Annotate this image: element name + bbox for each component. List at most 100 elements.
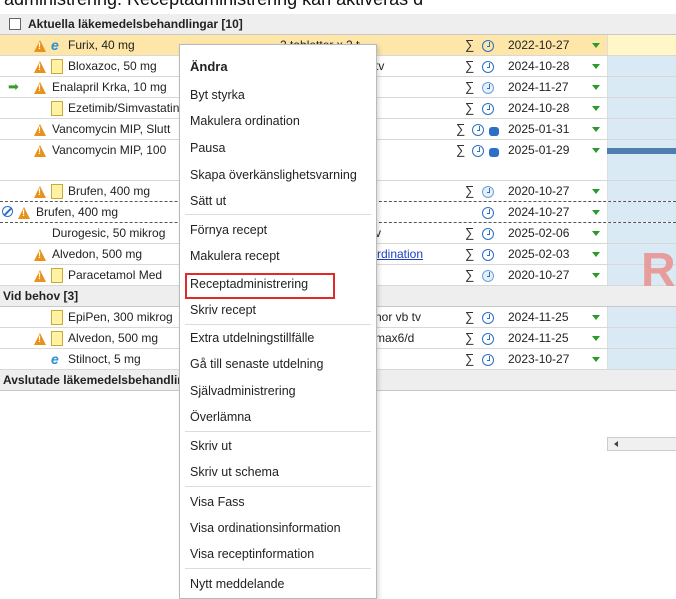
menu-item-satt-ut[interactable]: Sätt ut [190,194,226,208]
row-dropdown[interactable] [586,181,606,201]
date: 2025-01-29 [508,143,570,157]
date: 2025-02-03 [508,247,570,261]
row-dropdown[interactable] [586,35,606,55]
menu-item-makulera-recept[interactable]: Makulera recept [190,249,280,263]
date: 2020-10-27 [508,184,570,198]
clock-icon [482,181,498,201]
menu-item-overlamna[interactable]: Överlämna [190,410,251,424]
note-icon [51,265,67,285]
menu-item-fornya-recept[interactable]: Förnya recept [190,223,267,237]
group-label: Vid behov [3] [3,289,79,303]
medication-name: Brufen, 400 mg [68,184,151,198]
date: 2024-11-25 [508,331,569,345]
dosage: v [375,226,381,240]
scroll-left-icon[interactable] [614,441,618,447]
menu-item-skriv-ut-schema[interactable]: Skriv ut schema [190,465,279,479]
medication-name: Alvedon, 500 mg [68,331,159,345]
medication-name: Enalapril Krka, 10 mg [52,80,167,94]
group-header-current[interactable]: Aktuella läkemedelsbehandlingar [10] [0,14,676,35]
timeline-cell [607,35,676,55]
sigma-icon: ∑ [465,79,475,94]
clock-icon [472,119,488,139]
sigma-icon: ∑ [465,100,475,115]
dosage: tv [375,59,385,73]
menu-separator [185,568,371,569]
date: 2024-11-27 [508,80,569,94]
warning-icon [34,35,48,55]
clock-icon [482,98,498,118]
menu-item-visa-receptinformation[interactable]: Visa receptinformation [190,547,314,561]
clock-icon [482,77,498,97]
row-dropdown[interactable] [586,349,606,369]
row-dropdown[interactable] [586,77,606,97]
sigma-icon: ∑ [456,142,466,157]
row-dropdown[interactable] [586,307,606,327]
menu-item-visa-ordinationsinformation[interactable]: Visa ordinationsinformation [190,521,341,535]
menu-item-makulera-ordination[interactable]: Makulera ordination [190,114,300,128]
timeline-cell [607,307,676,327]
menu-separator [185,486,371,487]
horizontal-scrollbar[interactable] [607,437,676,451]
timeline-cell [607,223,676,243]
menu-item-skapa-overkanslighetsvarning[interactable]: Skapa överkänslighetsvarning [190,168,357,182]
medication-name: Bloxazoc, 50 mg [68,59,157,73]
menu-item-ga-till-senaste-utdelning[interactable]: Gå till senaste utdelning [190,357,323,371]
chevron-down-icon [592,231,600,236]
date: 2023-10-27 [508,352,570,366]
e-icon: e [51,351,59,367]
timeline-cell [607,77,676,97]
menu-item-byt-styrka[interactable]: Byt styrka [190,88,245,102]
menu-item-extra-utdelningstillfalle[interactable]: Extra utdelningstillfälle [190,331,314,345]
row-dropdown[interactable] [586,244,606,264]
chevron-down-icon [592,315,600,320]
chevron-down-icon [592,127,600,132]
timeline-cell [607,56,676,76]
dosage: nor vb tv [375,310,422,324]
row-dropdown[interactable] [586,328,606,348]
row-dropdown[interactable] [586,223,606,243]
warning-icon [34,56,48,76]
row-dropdown[interactable] [586,56,606,76]
sigma-icon: ∑ [465,246,475,261]
date: 2022-10-27 [508,38,570,52]
note-icon [51,98,67,118]
note-icon [51,307,67,327]
timeline-cell [607,140,676,180]
chevron-down-icon [592,64,600,69]
chevron-down-icon [592,273,600,278]
row-dropdown[interactable] [586,98,606,118]
e-icon: e [51,37,59,53]
row-dropdown[interactable] [586,119,606,139]
sigma-icon: ∑ [465,58,475,73]
medication-name: Durogesic, 50 mikrog [52,226,166,240]
clock-icon [482,328,498,348]
message-icon [489,119,503,139]
ordination-link[interactable]: rdination [377,244,457,264]
timeline-cell [607,202,676,222]
row-dropdown[interactable] [586,140,606,160]
menu-item-sjalvadministrering[interactable]: Självadministrering [190,384,296,398]
menu-item-andra[interactable]: Ändra [190,59,228,74]
clock-icon [482,223,498,243]
menu-item-nytt-meddelande[interactable]: Nytt meddelande [190,577,285,591]
clock-icon [482,265,498,285]
menu-item-skriv-recept[interactable]: Skriv recept [190,303,256,317]
select-all-checkbox[interactable] [9,18,21,30]
watermark-text: R [641,244,676,297]
clock-icon [482,349,498,369]
row-dropdown[interactable] [586,265,606,285]
warning-icon [34,140,48,160]
chevron-down-icon [592,106,600,111]
warning-icon [34,265,48,285]
row-dropdown[interactable] [586,202,606,222]
medication-name: Brufen, 400 mg [36,205,119,219]
menu-item-skriv-ut[interactable]: Skriv ut [190,439,232,453]
clock-icon [482,35,498,55]
medication-name: Vancomycin MIP, 100 [52,143,167,157]
menu-item-pausa[interactable]: Pausa [190,141,225,155]
menu-item-visa-fass[interactable]: Visa Fass [190,495,245,509]
menu-item-receptadministrering[interactable]: Receptadministrering [190,277,308,291]
sigma-icon: ∑ [465,183,475,198]
timeline-cell [607,119,676,139]
medication-name: Furix, 40 mg [68,38,135,52]
